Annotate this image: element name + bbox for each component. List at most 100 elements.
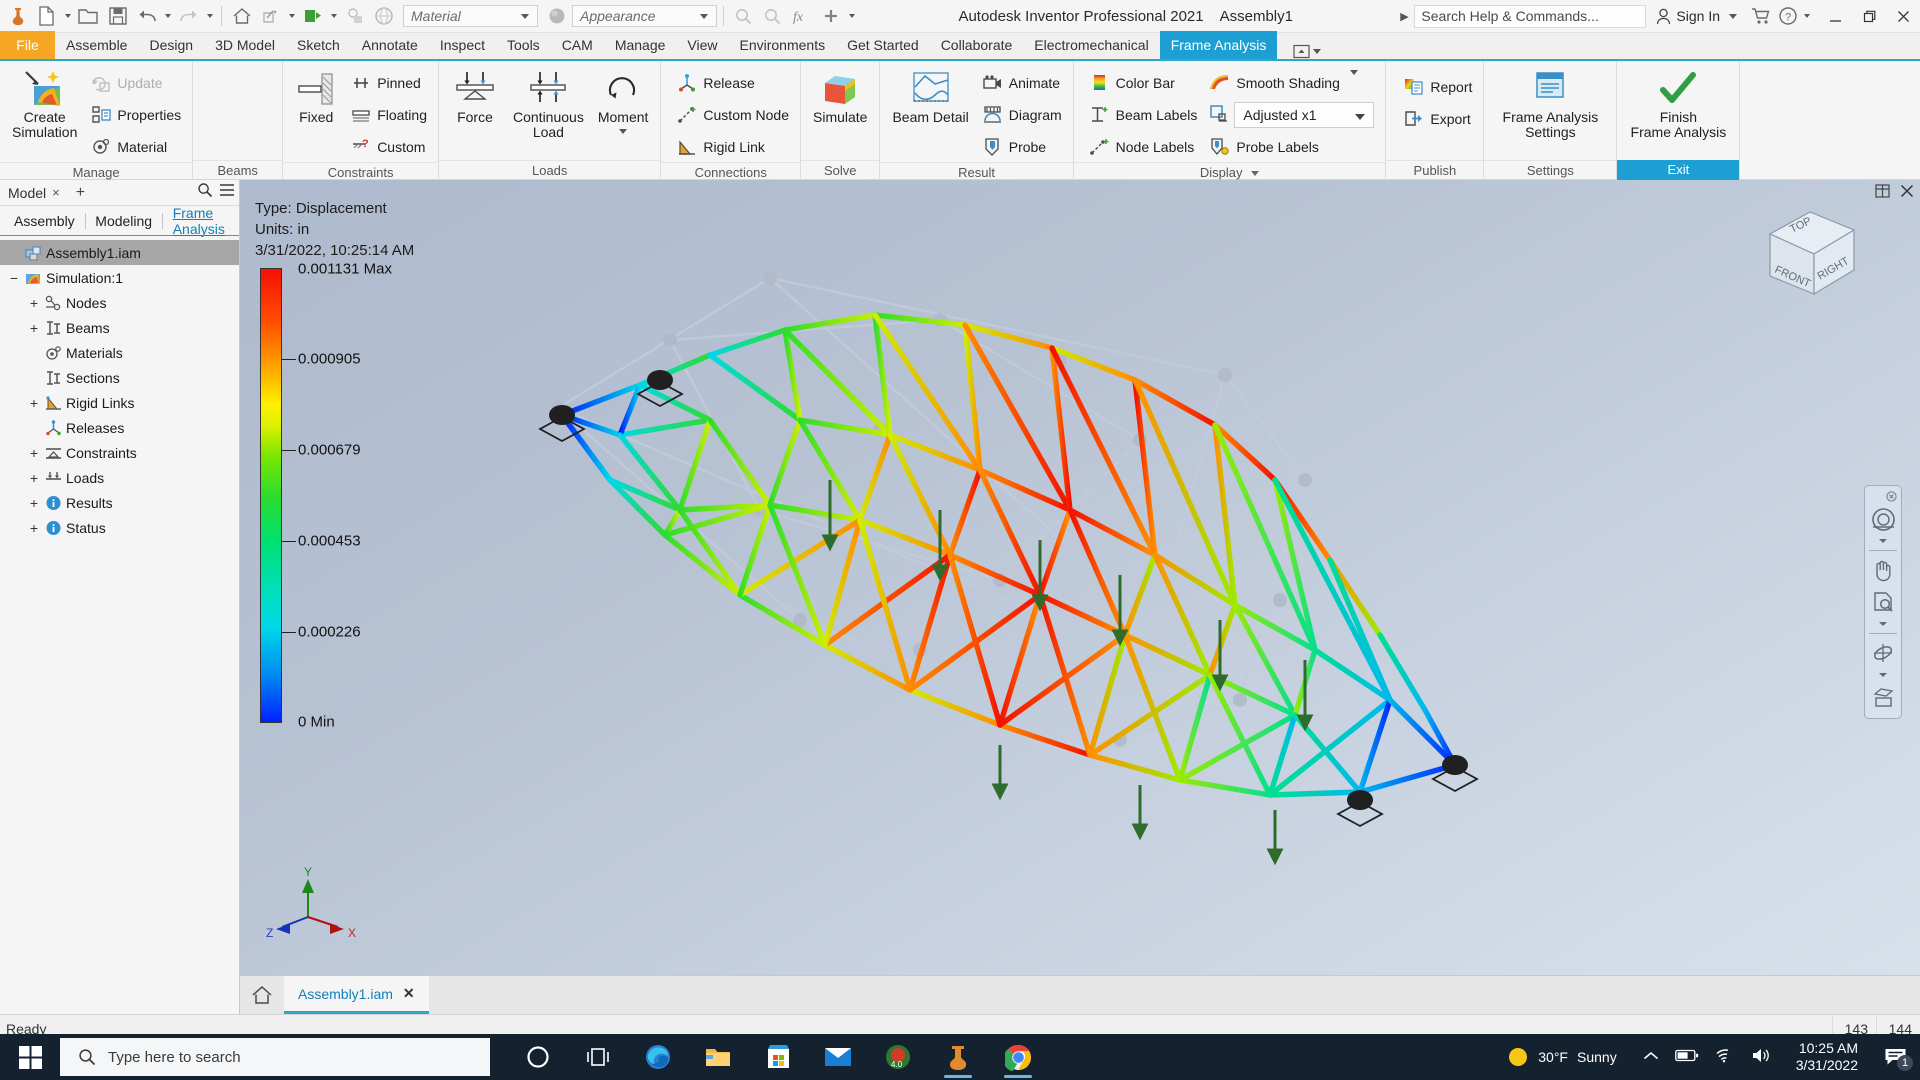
ribbon-display-options[interactable]	[1287, 44, 1327, 59]
search-input[interactable]: Search Help & Commands...	[1414, 4, 1647, 28]
create-simulation-button[interactable]: Create Simulation	[6, 65, 83, 140]
steering-wheel-dropdown-caret[interactable]	[1879, 536, 1887, 546]
tree-node-releases[interactable]: Releases	[0, 415, 239, 440]
return-icon[interactable]	[257, 3, 284, 30]
cortana-icon[interactable]	[508, 1034, 568, 1080]
smooth-shading-button[interactable]: Smooth Shading	[1204, 67, 1379, 98]
finish-frame-analysis-button[interactable]: Finish Frame Analysis	[1623, 65, 1733, 140]
tree-node-constraints[interactable]: + Constraints	[0, 440, 239, 465]
diagram-button[interactable]: Diagram	[977, 99, 1067, 130]
sign-in-button[interactable]: Sign In	[1656, 8, 1738, 25]
tree-node-assembly1-iam[interactable]: Assembly1.iam	[0, 240, 239, 265]
chevron-down-icon[interactable]	[619, 129, 628, 134]
chevron-down-icon[interactable]	[515, 14, 535, 19]
chevron-down-icon[interactable]	[694, 14, 714, 19]
task-view-icon[interactable]	[568, 1034, 628, 1080]
undo-icon[interactable]	[133, 3, 160, 30]
tab-view[interactable]: View	[676, 31, 728, 59]
close-icon[interactable]: ✕	[403, 985, 415, 1002]
appearance-select[interactable]: Appearance	[572, 5, 717, 27]
custom-node-button[interactable]: Custom Node	[671, 99, 794, 130]
continuous-load-button[interactable]: Continuous Load	[507, 65, 590, 140]
tab-tools[interactable]: Tools	[496, 31, 551, 59]
animate-button[interactable]: Animate	[977, 67, 1067, 98]
return-dropdown-caret[interactable]	[286, 3, 297, 30]
tree-node-sections[interactable]: Sections	[0, 365, 239, 390]
probe-labels-button[interactable]: Probe Labels	[1204, 131, 1379, 162]
tab-frame-analysis[interactable]: Frame Analysis	[1159, 31, 1278, 59]
beam-detail-button[interactable]: Beam Detail	[886, 65, 974, 125]
battery-icon[interactable]	[1674, 1049, 1699, 1065]
fixed-constraint-button[interactable]: Fixed	[289, 65, 343, 125]
heroes-icon[interactable]: 4.0	[868, 1034, 928, 1080]
home-icon[interactable]	[228, 3, 255, 30]
chevron-down-icon[interactable]	[1355, 107, 1371, 123]
tab-electromechanical[interactable]: Electromechanical	[1023, 31, 1159, 59]
tab-file[interactable]: File	[0, 31, 55, 59]
edge-browser-icon[interactable]	[628, 1034, 688, 1080]
tree-node-results[interactable]: + Results	[0, 490, 239, 515]
close-button[interactable]	[1886, 1, 1920, 32]
displacement-scale-select[interactable]: Adjusted x1	[1234, 101, 1375, 128]
start-button[interactable]	[0, 1034, 60, 1080]
chevron-down-icon[interactable]	[1313, 49, 1322, 54]
report-button[interactable]: Report	[1398, 71, 1477, 102]
new-file-icon[interactable]	[33, 3, 60, 30]
tab-assemble[interactable]: Assemble	[55, 31, 138, 59]
close-icon[interactable]: ×	[52, 185, 60, 200]
export-button[interactable]: Export	[1398, 103, 1477, 134]
show-hidden-icons-chevron[interactable]	[1643, 1049, 1659, 1065]
add-browser-tab-button[interactable]: +	[68, 184, 93, 202]
steering-wheel-icon[interactable]	[1867, 504, 1899, 534]
undo-dropdown-caret[interactable]	[162, 3, 173, 30]
tab-cam[interactable]: CAM	[551, 31, 604, 59]
expand-icon[interactable]: +	[26, 470, 42, 486]
taskbar-clock[interactable]: 10:25 AM 3/31/2022	[1784, 1040, 1870, 1074]
expand-icon[interactable]: +	[26, 295, 42, 311]
tab-design[interactable]: Design	[138, 31, 204, 59]
chevron-down-icon[interactable]	[1729, 13, 1738, 19]
cart-icon[interactable]	[1747, 3, 1774, 30]
simulate-button[interactable]: Simulate	[807, 65, 873, 125]
qat-overflow-caret[interactable]	[846, 3, 857, 30]
material-select[interactable]: Material	[403, 5, 538, 27]
browser-subtab-modeling[interactable]: Modeling	[85, 213, 162, 229]
expand-icon[interactable]: +	[26, 445, 42, 461]
add-icon[interactable]	[817, 3, 844, 30]
collapse-icon[interactable]: −	[6, 270, 22, 286]
panel-title-display[interactable]: Display	[1073, 162, 1386, 182]
tree-node-status[interactable]: + Status	[0, 515, 239, 540]
orbit-dropdown-caret[interactable]	[1879, 670, 1887, 680]
look-at-icon[interactable]	[1867, 682, 1899, 712]
expand-icon[interactable]: +	[26, 520, 42, 536]
inventor-taskbar-icon[interactable]	[928, 1034, 988, 1080]
mail-icon[interactable]	[808, 1034, 868, 1080]
tab-manage[interactable]: Manage	[604, 31, 677, 59]
close-icon[interactable]	[1886, 491, 1897, 502]
tree-node-nodes[interactable]: + Nodes	[0, 290, 239, 315]
home-icon[interactable]	[240, 976, 284, 1014]
document-tab-assembly1[interactable]: Assembly1.iam ✕	[284, 976, 429, 1014]
microsoft-store-icon[interactable]	[748, 1034, 808, 1080]
expand-icon[interactable]: +	[26, 495, 42, 511]
update-green-icon[interactable]	[299, 3, 326, 30]
tree-node-materials[interactable]: Materials	[0, 340, 239, 365]
help-dropdown-caret[interactable]	[1801, 3, 1812, 30]
orbit-icon[interactable]	[1867, 638, 1899, 668]
tab-annotate[interactable]: Annotate	[351, 31, 429, 59]
tab-environments[interactable]: Environments	[729, 31, 837, 59]
material-button[interactable]: Material	[85, 131, 186, 162]
tree-node-rigid-links[interactable]: + Rigid Links	[0, 390, 239, 415]
chrome-icon[interactable]	[988, 1034, 1048, 1080]
tree-node-simulation-1[interactable]: − Simulation:1	[0, 265, 239, 290]
open-folder-icon[interactable]	[75, 3, 102, 30]
volume-icon[interactable]	[1751, 1047, 1772, 1067]
force-button[interactable]: Force	[445, 65, 505, 125]
browser-tab-model[interactable]: Model ×	[0, 180, 68, 206]
tree-node-beams[interactable]: + Beams	[0, 315, 239, 340]
browser-subtab-frame-analysis[interactable]: Frame Analysis	[163, 205, 239, 237]
floating-button[interactable]: Floating	[345, 99, 432, 130]
beam-labels-button[interactable]: Beam Labels	[1084, 99, 1203, 130]
weather-widget[interactable]: 30°F Sunny	[1493, 1046, 1630, 1068]
pinned-button[interactable]: Pinned	[345, 67, 432, 98]
